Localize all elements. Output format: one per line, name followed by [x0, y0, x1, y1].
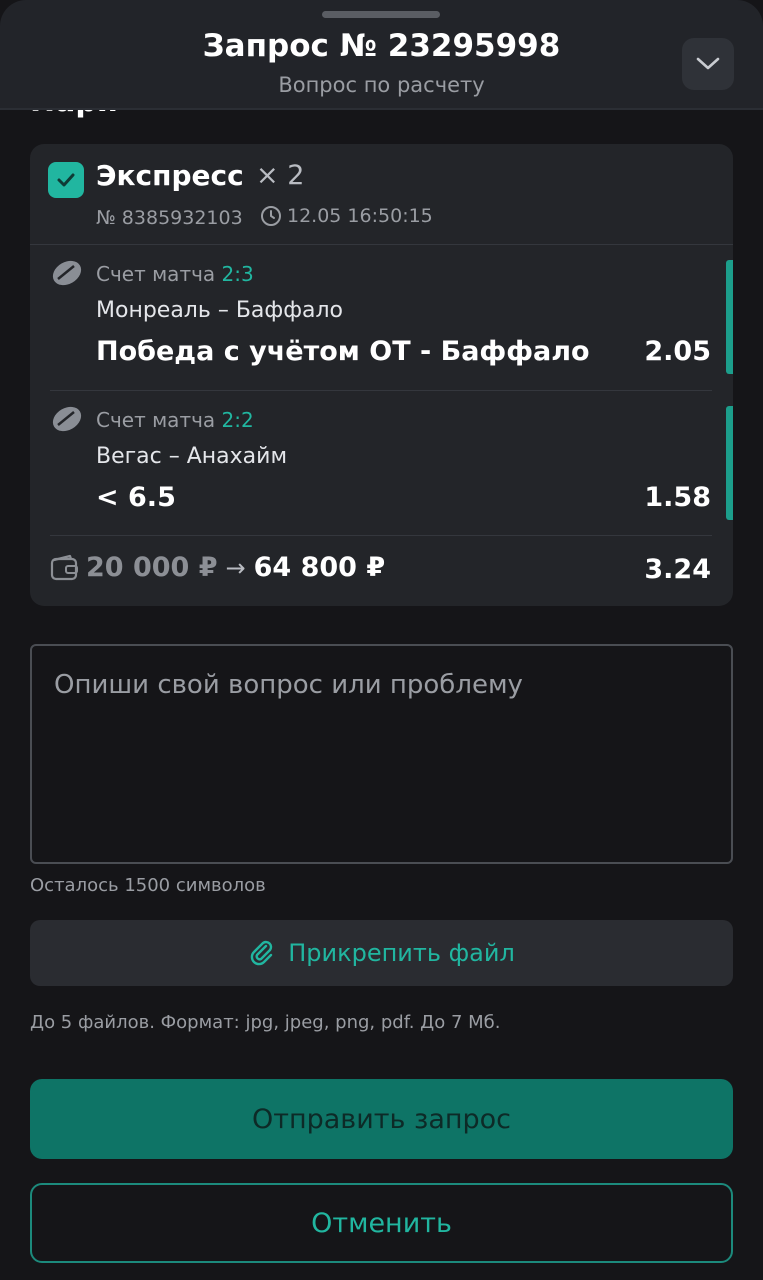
leg-score-caption: Счет матча	[96, 262, 216, 286]
leg-score: 2:2	[221, 408, 254, 432]
arrow-right-icon: →	[225, 553, 246, 582]
paperclip-icon	[250, 940, 273, 966]
chars-remaining: Осталось 1500 символов	[30, 875, 266, 896]
bet-type: Экспресс	[96, 159, 244, 192]
leg-outcome: < 6.5	[96, 482, 176, 513]
bet-select-checkbox[interactable]	[48, 162, 84, 198]
stake-row: 20 000 ₽ → 64 800 ₽	[50, 552, 385, 583]
leg-odds: 2.05	[644, 336, 711, 367]
page-title: Запрос № 23295998	[202, 28, 561, 64]
potential-win: 64 800 ₽	[253, 552, 386, 583]
total-odds: 3.24	[644, 554, 711, 585]
bet-card[interactable]: Экспресс × 2 № 8385932103 12.05 16:50:15…	[30, 144, 733, 606]
divider	[50, 390, 712, 391]
leg-teams: Вегас – Анахайм	[96, 444, 288, 469]
bet-multiplier: × 2	[256, 160, 305, 191]
leg-status-bar	[726, 260, 733, 374]
divider	[50, 535, 712, 536]
attach-file-button[interactable]: Прикрепить файл	[30, 920, 733, 986]
leg-odds: 1.58	[644, 482, 711, 513]
leg-score: 2:3	[221, 262, 254, 286]
wallet-icon	[50, 554, 78, 580]
attach-file-label: Прикрепить файл	[288, 939, 515, 967]
leg-outcome: Победа с учётом ОТ - Баффало	[96, 336, 590, 367]
clock-icon	[261, 206, 281, 226]
bet-time: 12.05 16:50:15	[260, 205, 433, 227]
chevron-down-icon	[696, 57, 720, 70]
sheet-grabber[interactable]	[322, 11, 440, 18]
leg-score-label: Счет матча 2:3	[96, 262, 254, 286]
collapse-button[interactable]	[682, 38, 734, 90]
bet-number: № 8385932103	[96, 207, 243, 229]
hockey-puck-icon	[52, 406, 82, 432]
leg-status-bar	[726, 406, 733, 520]
sheet-header: Запрос № 23295998 Вопрос по расчету	[0, 0, 763, 110]
leg-score-label: Счет матча 2:2	[96, 408, 254, 432]
checkmark-icon	[57, 173, 75, 187]
stake-amount: 20 000 ₽	[86, 552, 218, 583]
page-subtitle: Вопрос по расчету	[278, 73, 485, 97]
cancel-button[interactable]: Отменить	[30, 1183, 733, 1263]
submit-request-button[interactable]: Отправить запрос	[30, 1079, 733, 1159]
leg-score-caption: Счет матча	[96, 408, 216, 432]
divider	[30, 244, 733, 245]
files-hint: До 5 файлов. Формат: jpg, jpeg, png, pdf…	[30, 1012, 501, 1033]
leg-teams: Монреаль – Баффало	[96, 298, 344, 323]
question-input[interactable]	[30, 644, 733, 864]
bet-time-value: 12.05 16:50:15	[287, 205, 433, 227]
hockey-puck-icon	[52, 260, 82, 286]
